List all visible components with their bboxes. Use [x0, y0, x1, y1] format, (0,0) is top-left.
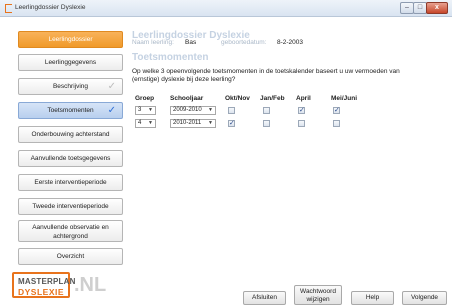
sidebar-item-aanvullende-observatie[interactable]: Aanvullende observatie en achtergrond: [18, 220, 123, 242]
logo-line-2: DYSLEXIE: [18, 287, 65, 297]
checkbox-row-1-jan-feb[interactable]: [263, 107, 270, 114]
wachtwoord-wijzigen-button[interactable]: Wachtwoord wijzigen: [294, 285, 342, 305]
groep-select-row-1[interactable]: 3 ▼: [135, 106, 156, 115]
sidebar-item-label: Aanvullende toetsgegevens: [30, 155, 111, 162]
sidebar-item-overzicht[interactable]: Overzicht: [18, 248, 123, 265]
logo-line-1: MASTERPLAN: [18, 277, 76, 286]
window-title: Leerlingdossier Dyslexie: [15, 4, 86, 11]
groep-value: 3: [138, 107, 142, 113]
sidebar-item-toetsmomenten[interactable]: Toetsmomenten ✓: [18, 102, 123, 119]
check-icon: ✓: [107, 105, 116, 116]
sidebar-item-onderbouwing-achterstand[interactable]: Onderbouwing achterstand: [18, 126, 123, 143]
chevron-down-icon: ▼: [208, 120, 213, 126]
chevron-down-icon: ▼: [148, 120, 153, 126]
column-header-april: April: [296, 95, 311, 102]
question-text: Op welke 3 opeenvolgende toetsmomenten i…: [132, 68, 400, 83]
sidebar-item-aanvullende-toetsgegevens[interactable]: Aanvullende toetsgegevens: [18, 150, 123, 167]
checkbox-row-2-jan-feb[interactable]: [263, 120, 270, 127]
sidebar-item-eerste-interventieperiode[interactable]: Eerste interventieperiode: [18, 174, 123, 191]
sidebar-item-label: Tweede interventieperiode: [32, 203, 109, 210]
sidebar-item-tweede-interventieperiode[interactable]: Tweede interventieperiode: [18, 198, 123, 215]
main-panel: Leerlingdossier Dyslexie Naam leerling: …: [132, 18, 452, 307]
schooljaar-value: 2010-2011: [173, 120, 202, 126]
schooljaar-select-row-1[interactable]: 2009-2010 ▼: [170, 106, 216, 115]
title-bar: Leerlingdossier Dyslexie – □ x: [0, 0, 452, 17]
sidebar: Leerlingdossier Leerlinggegevens Beschri…: [0, 18, 132, 307]
dob-value: 8-2-2003: [277, 39, 304, 46]
sidebar-item-label: Eerste interventieperiode: [34, 179, 107, 186]
sidebar-item-leerlinggegevens[interactable]: Leerlinggegevens: [18, 54, 123, 71]
check-icon: ✓: [107, 81, 116, 92]
name-label: Naam leerling:: [132, 39, 174, 46]
checkbox-row-1-mei-juni[interactable]: ✓: [333, 107, 340, 114]
sidebar-item-label: Onderbouwing achterstand: [31, 131, 110, 138]
column-header-schooljaar: Schooljaar: [170, 95, 204, 102]
groep-select-row-2[interactable]: 4 ▼: [135, 119, 156, 128]
column-header-jan-feb: Jan/Feb: [260, 95, 285, 102]
checkbox-row-2-mei-juni[interactable]: [333, 120, 340, 127]
column-header-mei-juni: Mei/Juni: [331, 95, 358, 102]
section-title: Toetsmomenten: [132, 52, 209, 63]
sidebar-item-leerlingdossier[interactable]: Leerlingdossier: [18, 31, 123, 48]
close-button[interactable]: x: [426, 2, 448, 14]
sidebar-item-label: Beschrijving: [52, 83, 89, 90]
checkbox-row-1-okt-nov[interactable]: [228, 107, 235, 114]
minimize-button[interactable]: –: [400, 2, 414, 14]
chevron-down-icon: ▼: [208, 107, 213, 113]
sidebar-item-beschrijving[interactable]: Beschrijving ✓: [18, 78, 123, 95]
masterplan-logo: MASTERPLAN DYSLEXIE: [12, 272, 75, 298]
help-button[interactable]: Help: [351, 291, 394, 305]
logo-suffix: .NL: [74, 274, 107, 296]
schooljaar-value: 2009-2010: [173, 107, 202, 113]
app-icon: [5, 4, 12, 13]
maximize-button[interactable]: □: [413, 2, 427, 14]
afsluiten-button[interactable]: Afsluiten: [243, 291, 286, 305]
sidebar-item-label: Aanvullende observatie en achtergrond: [32, 224, 109, 240]
sidebar-item-label: Leerlinggegevens: [44, 59, 97, 66]
checkbox-row-1-april[interactable]: ✓: [298, 107, 305, 114]
column-header-groep: Groep: [135, 95, 155, 102]
checkbox-row-2-april[interactable]: [298, 120, 305, 127]
sidebar-item-label: Toetsmomenten: [47, 107, 94, 114]
sidebar-item-label: Leerlingdossier: [48, 36, 93, 43]
name-value: Bas: [185, 39, 197, 46]
chevron-down-icon: ▼: [148, 107, 153, 113]
schooljaar-select-row-2[interactable]: 2010-2011 ▼: [170, 119, 216, 128]
column-header-okt-nov: Okt/Nov: [225, 95, 250, 102]
dob-label: geboortedatum:: [221, 39, 267, 46]
checkbox-row-2-okt-nov[interactable]: ✓: [228, 120, 235, 127]
volgende-button[interactable]: Volgende: [402, 291, 447, 305]
groep-value: 4: [138, 120, 142, 126]
sidebar-item-label: Overzicht: [56, 253, 85, 260]
